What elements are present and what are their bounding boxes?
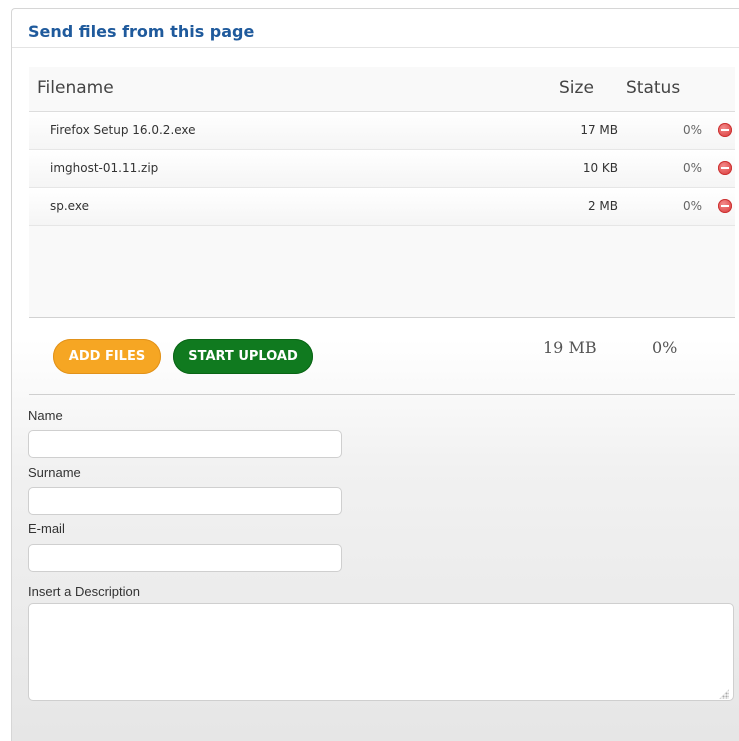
file-list-header: Filename Size Status xyxy=(29,67,735,112)
email-input[interactable] xyxy=(28,544,342,572)
file-name: sp.exe xyxy=(50,199,89,213)
file-size: 2 MB xyxy=(587,199,618,213)
panel-header: Send files from this page xyxy=(12,9,739,48)
page-title: Send files from this page xyxy=(28,22,255,41)
file-name: imghost-01.11.zip xyxy=(50,161,159,175)
minus-circle-icon[interactable] xyxy=(718,199,732,213)
column-size: Size xyxy=(559,78,594,98)
file-rows: Firefox Setup 16.0.2.exe 17 MB 0% imghos… xyxy=(29,112,735,226)
description-label: Insert a Description xyxy=(28,584,140,599)
upload-panel: Send files from this page Filename Size … xyxy=(11,8,739,741)
email-label: E-mail xyxy=(28,521,65,536)
file-name: Firefox Setup 16.0.2.exe xyxy=(50,123,196,137)
surname-input[interactable] xyxy=(28,487,342,515)
total-status: 0% xyxy=(652,338,678,357)
file-list: Filename Size Status Firefox Setup 16.0.… xyxy=(29,67,735,318)
file-size: 10 KB xyxy=(582,161,618,175)
surname-label: Surname xyxy=(28,465,81,480)
upload-toolbar: ADD FILES START UPLOAD 19 MB 0% xyxy=(29,318,735,395)
name-label: Name xyxy=(28,408,63,423)
file-status: 0% xyxy=(682,123,702,137)
file-row: sp.exe 2 MB 0% xyxy=(29,188,735,226)
column-filename: Filename xyxy=(37,78,114,98)
column-status: Status xyxy=(626,78,681,98)
file-status: 0% xyxy=(682,161,702,175)
minus-circle-icon[interactable] xyxy=(718,123,732,137)
start-upload-button[interactable]: START UPLOAD xyxy=(173,339,313,374)
file-row: Firefox Setup 16.0.2.exe 17 MB 0% xyxy=(29,112,735,150)
file-row: imghost-01.11.zip 10 KB 0% xyxy=(29,150,735,188)
total-size: 19 MB xyxy=(543,338,597,357)
add-files-button[interactable]: ADD FILES xyxy=(53,339,161,374)
name-input[interactable] xyxy=(28,430,342,458)
description-textarea[interactable] xyxy=(28,603,734,701)
file-size: 17 MB xyxy=(580,123,618,137)
file-status: 0% xyxy=(682,199,702,213)
minus-circle-icon[interactable] xyxy=(718,161,732,175)
